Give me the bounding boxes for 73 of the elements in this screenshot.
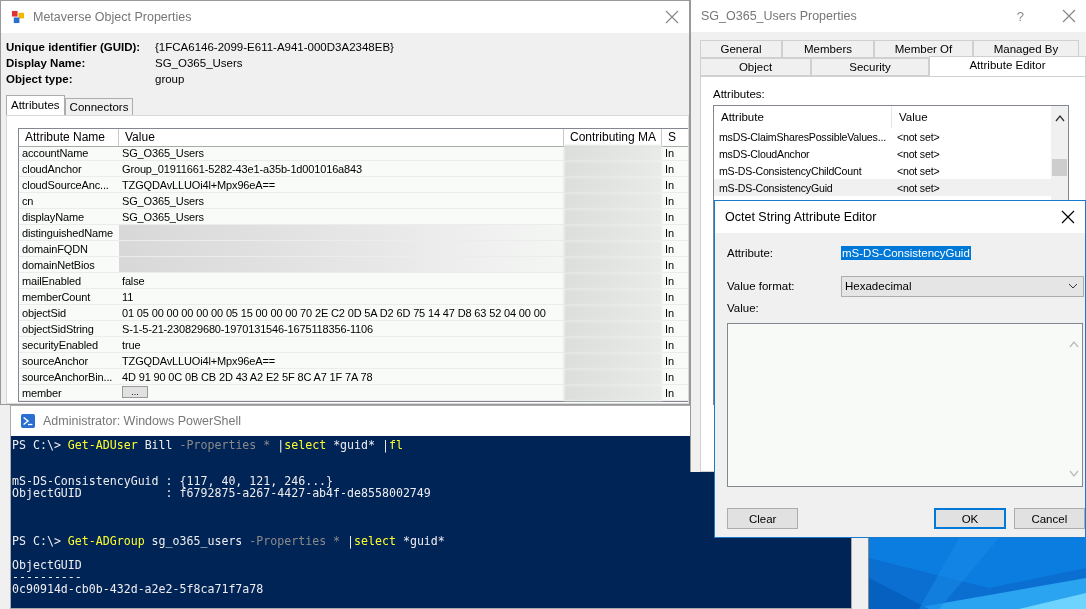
tab[interactable]: Members xyxy=(782,40,874,58)
column-header[interactable]: Value xyxy=(119,129,564,147)
tab[interactable]: Attributes xyxy=(6,95,65,115)
console-line: PS C:\> Get-ADGroup sg_o365_users -Properties * |select *guid* xyxy=(12,534,445,548)
selected-text: mS-DS-ConsistencyGuid xyxy=(841,246,971,260)
section-label: Attributes: xyxy=(713,88,766,100)
ellipsis-button[interactable]: ... xyxy=(122,386,148,398)
table-cell: false xyxy=(119,273,564,289)
console-line: 0c90914d-cb0b-432d-a2e2-5f8ca71f7a78 xyxy=(12,582,264,596)
field-label: Object type: xyxy=(6,73,74,85)
table-cell: Group_01911661-5282-43e1-a35b-1d001016a843 xyxy=(119,161,564,177)
table-cell: TZGQDAvLLUOi4l+Mpx96eA== xyxy=(119,177,564,193)
column-header[interactable]: S xyxy=(662,129,688,147)
tab[interactable]: Security xyxy=(811,58,929,76)
column-header[interactable]: Attribute xyxy=(714,106,892,128)
table-cell: 01 05 00 00 00 00 00 05 15 00 00 00 70 2E C2 0D 5A D2 6D 75 14 47 D8 63 52 04 00 00 xyxy=(119,305,564,321)
scroll-thumb[interactable] xyxy=(1052,159,1067,176)
column-header[interactable]: Attribute Name xyxy=(19,129,119,147)
table-cell: cn xyxy=(19,193,119,209)
list-row[interactable]: msDS-CloudAnchor <not set> xyxy=(714,145,1051,162)
table-cell: true xyxy=(119,337,564,353)
tab[interactable]: Attribute Editor xyxy=(929,56,1086,76)
value-field[interactable] xyxy=(727,323,1083,487)
table-cell: accountName xyxy=(19,145,119,161)
console-line: mS-DS-ConsistencyGuid : {117, 40, 121, 246...} xyxy=(12,474,334,488)
list-row[interactable]: mS-DS-ConsistencyChildCount <not set> xyxy=(714,162,1051,179)
window-title: Administrator: Windows PowerShell xyxy=(43,414,242,428)
table-cell: objectSidString xyxy=(19,321,119,337)
column-header[interactable]: Value xyxy=(892,106,928,128)
field-value: SG_O365_Users xyxy=(155,57,244,69)
table-cell: SG_O365_Users xyxy=(119,193,564,209)
table-cell: objectSid xyxy=(19,305,119,321)
dialog-button[interactable]: OK xyxy=(934,508,1006,529)
close-icon[interactable] xyxy=(1061,210,1075,224)
field-label: Value: xyxy=(727,302,760,314)
tab[interactable]: General xyxy=(700,40,782,58)
window-title: Octet String Attribute Editor xyxy=(725,210,878,224)
tab[interactable]: Object xyxy=(700,58,811,76)
console-line: ObjectGUID xyxy=(12,558,82,572)
dialog-button[interactable]: Clear xyxy=(727,508,799,529)
tab[interactable]: Member Of xyxy=(874,40,973,58)
format-dropdown[interactable]: Hexadecimal xyxy=(841,275,1084,297)
field-value: {1FCA6146-2099-E611-A941-000D3A2348EB} xyxy=(155,41,395,53)
list-row[interactable]: msDS-ClaimSharesPossibleValues... <not set> xyxy=(714,128,1051,145)
table-cell: cloudSourceAnc... xyxy=(19,177,119,193)
table-cell: sourceAnchor xyxy=(19,353,119,369)
table-cell: SG_O365_Users xyxy=(119,145,564,161)
field-label: Attribute: xyxy=(727,247,775,259)
table-cell: mailEnabled xyxy=(19,273,119,289)
window-title: Metaverse Object Properties xyxy=(33,10,193,24)
tab[interactable]: Connectors xyxy=(64,98,134,115)
field-label: Value format: xyxy=(727,280,796,292)
table-cell: member xyxy=(19,385,119,401)
window-title: SG_O365_Users Properties xyxy=(701,9,858,23)
table-cell: 4D 91 90 0C 0B CB 2D 43 A2 E2 5F 8C A7 1F 7A 78 xyxy=(119,369,564,385)
table-cell: 11 xyxy=(119,289,564,305)
table-cell: securityEnabled xyxy=(19,337,119,353)
console-line: PS C:\> Get-ADUser Bill -Properties * |select *guid* |fl xyxy=(12,438,403,452)
table-cell: sourceAnchorBin... xyxy=(19,369,119,385)
app-icon xyxy=(11,10,25,24)
table-cell: cloudAnchor xyxy=(19,161,119,177)
table-cell: TZGQDAvLLUOi4l+Mpx96eA== xyxy=(119,353,564,369)
table-cell: memberCount xyxy=(19,289,119,305)
field-label: Unique identifier (GUID): xyxy=(6,41,142,53)
field-label: Display Name: xyxy=(6,57,87,69)
table-cell: S-1-5-21-230829680-1970131546-1675118356-1106 xyxy=(119,321,564,337)
dialog-button[interactable]: Cancel xyxy=(1013,508,1085,529)
terminal-icon xyxy=(21,414,35,428)
list-row[interactable]: mS-DS-ConsistencyGuid <not set> xyxy=(714,179,1051,196)
table-cell: displayName xyxy=(19,209,119,225)
caret-icon xyxy=(1068,283,1078,289)
field-value: group xyxy=(155,73,186,85)
help-button[interactable]: ? xyxy=(1016,8,1024,24)
